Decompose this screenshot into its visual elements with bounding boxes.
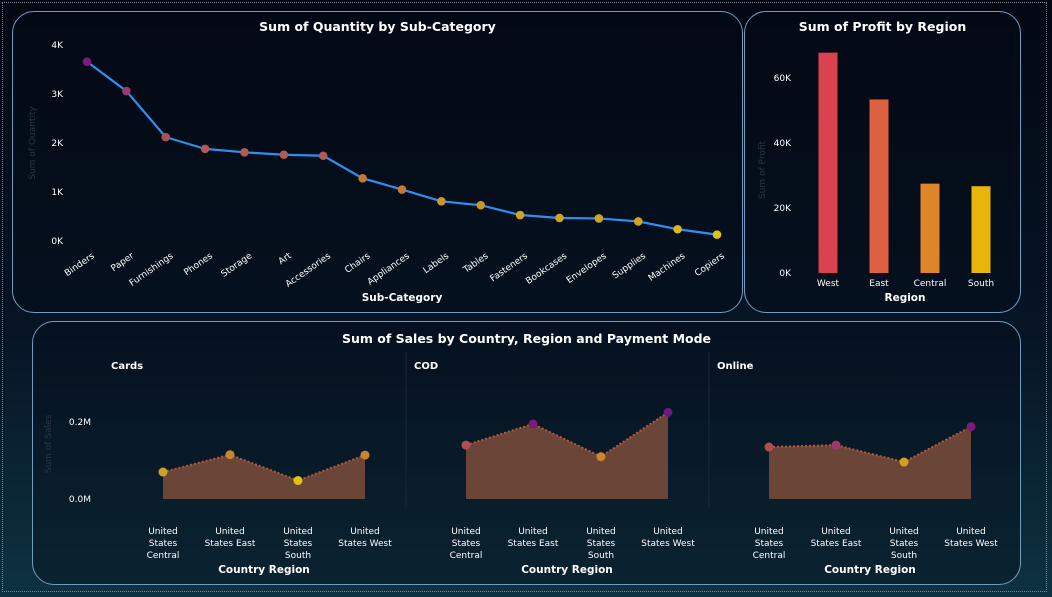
x-axis-title: Sub-Category [362, 292, 443, 304]
data-point [360, 450, 370, 460]
data-point [528, 419, 538, 429]
x-tick-label: Binders [63, 251, 97, 279]
y-tick-label: 40K [774, 139, 792, 149]
x-tick-label: Copiers [693, 251, 727, 279]
data-point [122, 86, 131, 96]
x-tick-label: United States East [811, 527, 862, 549]
data-point [240, 148, 249, 157]
x-tick-label: Phones [182, 251, 215, 278]
x-tick-label: Bookcases [524, 251, 569, 287]
sales-by-region-payment-panel[interactable]: Sum of Sales by Country, Region and Paym… [32, 321, 1021, 585]
x-axis-title: Country Region [521, 564, 613, 576]
data-point [437, 197, 446, 206]
y-tick-label: 1K [51, 188, 64, 198]
data-point [764, 442, 774, 452]
x-tick-label: United States West [944, 527, 998, 549]
x-tick-label: United States West [641, 527, 695, 549]
data-point [200, 144, 210, 154]
x-tick-label: Envelopes [565, 251, 609, 286]
data-point [673, 224, 682, 234]
bar [869, 99, 889, 273]
data-point [461, 440, 471, 450]
x-tick-label: East [869, 279, 889, 289]
data-point [397, 185, 407, 194]
data-point [318, 151, 328, 161]
area-fill [466, 412, 668, 499]
x-axis-title: Country Region [218, 564, 310, 576]
x-tick-label: Appliances [366, 251, 412, 287]
data-point [633, 217, 643, 226]
x-tick-label: West [817, 279, 840, 289]
y-tick-label: 3K [51, 90, 64, 100]
y-axis-title: Sum of Quantity [28, 106, 38, 180]
y-tick-label: 2K [51, 139, 64, 149]
data-point [158, 467, 168, 477]
x-tick-label: United States South [889, 527, 919, 561]
data-point [596, 452, 606, 462]
data-point [279, 150, 289, 160]
sales-area-chart: 0.2M 0.0M Sum of Sales Cards United States Cen… [44, 352, 998, 576]
x-axis-title: Country Region [824, 564, 916, 576]
data-point [966, 422, 976, 432]
quantity-series-line [86, 60, 718, 236]
y-tick-label: 60K [774, 74, 792, 84]
data-point [358, 173, 367, 183]
data-point [831, 440, 841, 450]
facet-title: Online [717, 361, 754, 372]
x-tick-label: Furnishings [128, 251, 176, 289]
data-point [899, 457, 909, 467]
x-tick-label: United States East [508, 527, 559, 549]
y-tick-label: 0K [51, 237, 64, 247]
x-axis-title: Region [884, 292, 925, 304]
y-axis-title: Sum of Profit [758, 141, 768, 200]
y-tick-label: 0.2M [69, 418, 91, 428]
x-tick-label: United States Central [753, 527, 786, 561]
data-point [515, 210, 525, 220]
x-tick-label: Machines [647, 251, 688, 284]
x-tick-label: South [968, 279, 994, 289]
y-axis-title: Sum of Sales [44, 414, 54, 473]
bar [818, 52, 838, 274]
quantity-line-chart: 0K 1K 2K 3K 4K Sum of Quantity Binders PaperFur… [28, 41, 727, 304]
y-tick-label: 0K [779, 269, 792, 279]
x-tick-label: United States South [586, 527, 616, 561]
data-point [161, 132, 171, 142]
x-tick-label: Art [277, 251, 294, 267]
x-tick-label: United States East [205, 527, 256, 549]
x-tick-label: Tables [461, 251, 491, 276]
area-fill [163, 454, 365, 499]
data-point [594, 214, 604, 223]
y-tick-label: 4K [51, 41, 64, 51]
x-tick-label: United States West [338, 527, 392, 549]
x-tick-label: Chairs [343, 251, 372, 276]
x-tick-label: Paper [109, 251, 136, 274]
bar [920, 183, 940, 273]
quantity-by-subcategory-panel[interactable]: Sum of Quantity by Sub-Category 0K 1K 2K 3K… [12, 11, 743, 313]
facet-title: Cards [111, 361, 143, 372]
y-tick-label: 20K [774, 204, 792, 214]
data-point [476, 200, 486, 210]
data-point [82, 57, 92, 66]
x-tick-label: Supplies [611, 251, 648, 281]
area-fill [769, 426, 971, 499]
x-tick-label: Central [914, 279, 947, 289]
x-tick-label: Labels [422, 251, 452, 276]
data-point [555, 213, 564, 223]
bar [971, 186, 991, 273]
y-tick-label: 0.0M [69, 495, 91, 505]
data-point [293, 476, 303, 486]
x-tick-label: United States Central [450, 527, 483, 561]
x-tick-label: United States Central [147, 527, 180, 561]
profit-bar-chart: 0K 20K 40K 60K Sum of Profit West East Central S… [758, 52, 994, 304]
data-point [663, 407, 673, 417]
data-point [712, 230, 722, 239]
facet-title: COD [414, 361, 438, 372]
data-point [225, 450, 235, 460]
profit-by-region-panel[interactable]: Sum of Profit by Region 0K 20K 40K 60K Sum o… [744, 11, 1021, 313]
x-tick-label: United States South [283, 527, 313, 561]
x-tick-label: Storage [220, 251, 255, 280]
